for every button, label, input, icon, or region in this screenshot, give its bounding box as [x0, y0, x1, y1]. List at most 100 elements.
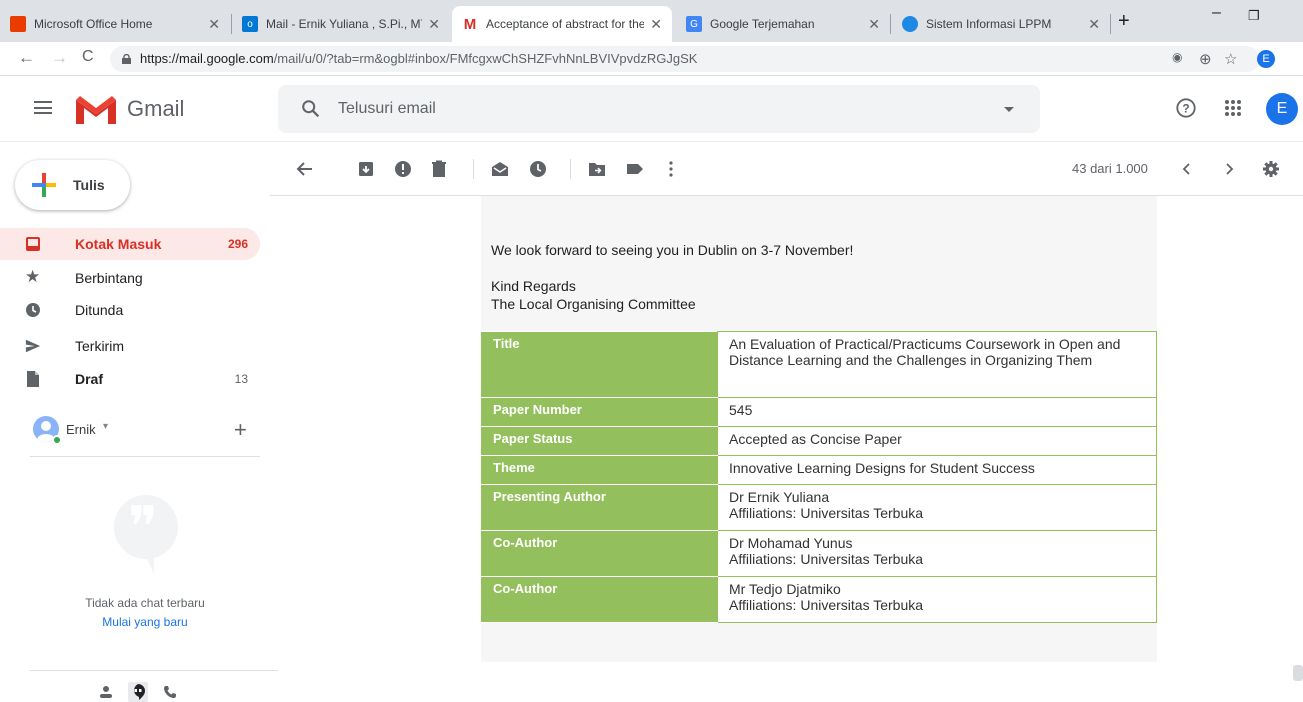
bookmark-star-icon[interactable]: ☆: [1224, 50, 1237, 68]
globe-icon: [902, 16, 918, 32]
table-row: Theme Innovative Learning Designs for St…: [481, 455, 1157, 485]
table-value: Accepted as Concise Paper: [717, 426, 1157, 456]
no-chat-text: Tidak ada chat terbaru: [85, 596, 205, 610]
zoom-icon[interactable]: ⊕: [1199, 50, 1212, 68]
hangouts-icon[interactable]: [128, 682, 148, 702]
gmail-logo-icon: [76, 96, 116, 124]
report-spam-icon[interactable]: [394, 160, 412, 178]
tab-outlook-mail[interactable]: o Mail - Ernik Yuliana , S.Pi., MT. ✕: [232, 6, 450, 42]
table-value-affiliation: Affiliations: Universitas Terbuka: [729, 597, 924, 613]
table-row: Title An Evaluation of Practical/Practic…: [481, 331, 1157, 398]
table-row: Co-Author Mr Tedjo Djatmiko Affiliations:…: [481, 576, 1157, 623]
close-tab-icon[interactable]: ✕: [868, 16, 880, 33]
dropdown-arrow-icon[interactable]: ▾: [103, 421, 108, 432]
tab-google-translate[interactable]: G Google Terjemahan ✕: [676, 6, 890, 42]
tab-microsoft-office[interactable]: Microsoft Office Home ✕: [0, 6, 230, 42]
snooze-icon[interactable]: [529, 160, 547, 178]
gmail-header: Gmail Telusuri email ? E: [0, 76, 1303, 142]
archive-icon[interactable]: [357, 160, 375, 178]
newer-chevron-icon[interactable]: [1178, 160, 1196, 178]
table-key: Theme: [481, 455, 718, 485]
paper-info-table: Title An Evaluation of Practical/Practic…: [481, 331, 1157, 623]
sidebar-item-snoozed[interactable]: Ditunda: [0, 294, 260, 326]
table-value-affiliation: Affiliations: Universitas Terbuka: [729, 505, 924, 521]
table-value-affiliation: Affiliations: Universitas Terbuka: [729, 551, 924, 567]
lock-icon: [122, 54, 131, 64]
sidebar-item-inbox[interactable]: Kotak Masuk 296: [0, 228, 260, 260]
scrollbar-thumb[interactable]: [1293, 665, 1303, 681]
start-new-chat-link[interactable]: Mulai yang baru: [20, 615, 270, 629]
gmail-icon: M: [463, 15, 477, 33]
older-chevron-icon[interactable]: [1220, 160, 1238, 178]
close-tab-icon[interactable]: ✕: [1088, 16, 1100, 33]
sidebar-item-starred[interactable]: ★ Berbintang: [0, 262, 260, 294]
new-tab-button[interactable]: +: [1118, 10, 1130, 33]
send-icon: [25, 339, 41, 353]
search-options-icon[interactable]: [1004, 107, 1014, 112]
move-to-icon[interactable]: [588, 160, 606, 178]
table-row: Presenting Author Dr Ernik Yuliana Affili…: [481, 484, 1157, 531]
close-tab-icon[interactable]: ✕: [428, 16, 440, 33]
committee-line: The Local Organising Committee: [491, 296, 696, 312]
close-tab-icon[interactable]: ✕: [650, 16, 662, 33]
clock-icon: [26, 303, 40, 317]
compose-button[interactable]: Tulis: [15, 160, 130, 210]
svg-text:?: ?: [1182, 102, 1189, 116]
apps-grid-icon[interactable]: [1222, 97, 1244, 119]
pagination-text: 43 dari 1.000: [1072, 161, 1148, 176]
message-toolbar: 43 dari 1.000: [270, 142, 1303, 196]
star-icon: ★: [25, 267, 41, 286]
delete-icon[interactable]: [430, 160, 448, 178]
sidebar: Tulis Kotak Masuk 296 ★ Berbintang Ditun…: [0, 142, 278, 702]
table-row: Paper Number 545: [481, 397, 1157, 427]
more-options-icon[interactable]: [662, 160, 680, 178]
chat-bubble-icon: ❞: [114, 495, 178, 560]
address-bar-row: ← → C https://mail.google.com/mail/u/0/?…: [0, 42, 1303, 76]
restore-icon[interactable]: ❐: [1248, 8, 1260, 24]
mark-unread-icon[interactable]: [491, 160, 509, 178]
table-key: Title: [481, 331, 718, 398]
sidebar-item-sent[interactable]: Terkirim: [0, 330, 260, 362]
contacts-icon[interactable]: [96, 682, 116, 702]
search-icon[interactable]: [300, 98, 322, 120]
minimize-icon[interactable]: –: [1212, 4, 1221, 22]
forward-arrow-icon[interactable]: →: [51, 48, 68, 68]
phone-icon[interactable]: [160, 682, 180, 702]
message-line: We look forward to seeing you in Dublin …: [491, 242, 854, 258]
table-key: Presenting Author: [481, 484, 718, 531]
draft-icon: [27, 371, 39, 387]
back-arrow-icon[interactable]: ←: [18, 48, 35, 68]
profile-avatar[interactable]: E: [1257, 50, 1275, 68]
table-value: Dr Ernik Yuliana: [729, 489, 830, 505]
online-status-dot: [52, 435, 62, 445]
reload-icon[interactable]: C: [82, 48, 94, 66]
url-field[interactable]: https://mail.google.com/mail/u/0/?tab=rm…: [110, 46, 1260, 72]
tab-gmail-active[interactable]: M Acceptance of abstract for the ✕: [452, 6, 672, 42]
new-chat-plus-icon[interactable]: +: [234, 417, 247, 443]
table-key: Co-Author: [481, 576, 718, 623]
hangouts-user[interactable]: Ernik ▾ +: [33, 416, 263, 446]
inbox-icon: [26, 237, 40, 251]
search-input[interactable]: Telusuri email: [338, 100, 436, 118]
label-icon[interactable]: [626, 160, 644, 178]
translate-icon: G: [686, 16, 702, 32]
office-icon: [10, 16, 26, 32]
search-bar[interactable]: Telusuri email: [278, 85, 1040, 133]
plus-icon: [32, 173, 56, 197]
gmail-brand: Gmail: [127, 96, 185, 121]
close-tab-icon[interactable]: ✕: [208, 16, 220, 33]
table-value: 545: [717, 397, 1157, 427]
outlook-icon: o: [242, 16, 258, 32]
table-row: Co-Author Dr Mohamad Yunus Affiliations: …: [481, 530, 1157, 577]
help-icon[interactable]: ?: [1175, 97, 1197, 119]
tab-lppm[interactable]: Sistem Informasi LPPM ✕: [892, 6, 1110, 42]
sidebar-item-drafts[interactable]: Draf 13: [0, 363, 260, 395]
settings-gear-icon[interactable]: [1262, 160, 1280, 178]
table-value: Mr Tedjo Djatmiko: [729, 581, 841, 597]
table-value: An Evaluation of Practical/Practicums Co…: [717, 331, 1157, 398]
menu-icon[interactable]: [34, 101, 52, 114]
eye-icon[interactable]: ◉: [1172, 50, 1182, 64]
account-avatar[interactable]: E: [1266, 93, 1298, 125]
back-to-inbox-icon[interactable]: [296, 160, 314, 178]
table-value: Innovative Learning Designs for Student …: [717, 455, 1157, 485]
